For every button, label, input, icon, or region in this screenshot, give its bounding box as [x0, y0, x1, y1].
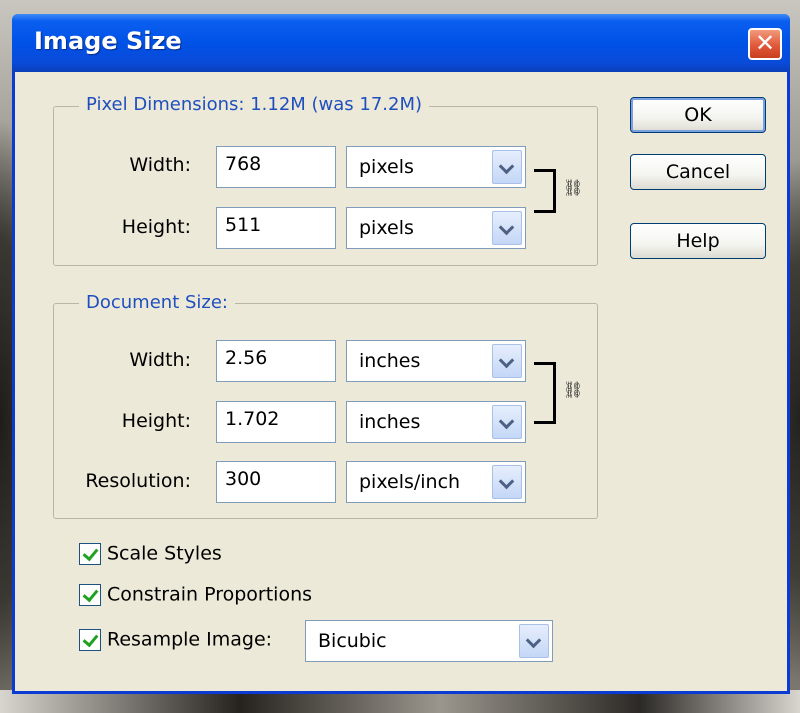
image-size-dialog: Image Size ✕ Pixel Dimensions: 1.12M (wa…	[12, 14, 790, 694]
doc-height-unit-select[interactable]: inches	[346, 401, 526, 443]
close-icon: ✕	[754, 29, 776, 57]
doc-width-field[interactable]: 2.56	[216, 340, 336, 382]
close-button[interactable]: ✕	[748, 28, 782, 60]
doc-width-unit-select[interactable]: inches	[346, 340, 526, 382]
scale-styles-label: Scale Styles	[107, 542, 222, 565]
resample-image-checkbox[interactable]	[79, 628, 101, 651]
resolution-field[interactable]: 300	[216, 461, 336, 503]
pixel-width-unit-select[interactable]: pixels	[346, 146, 526, 188]
constrain-proportions-option[interactable]: Constrain Proportions	[79, 583, 312, 613]
doc-height-label: Height:	[121, 410, 191, 432]
scale-styles-option[interactable]: Scale Styles	[79, 542, 222, 572]
checkmark-icon	[82, 585, 99, 602]
pixel-width-label: Width:	[129, 154, 191, 176]
chain-link-icon: ⛓	[563, 178, 584, 197]
document-size-legend: Document Size:	[79, 292, 235, 313]
ok-button[interactable]: OK	[630, 97, 766, 133]
pixel-height-label: Height:	[121, 216, 191, 238]
constrain-bracket	[534, 169, 556, 213]
constrain-proportions-label: Constrain Proportions	[107, 583, 313, 606]
scale-styles-checkbox[interactable]	[79, 542, 101, 565]
chevron-down-icon[interactable]	[492, 150, 522, 184]
chain-link-icon: ⛓	[563, 380, 584, 399]
resample-method-select[interactable]: Bicubic	[305, 620, 553, 662]
resolution-unit-select[interactable]: pixels/inch	[346, 461, 526, 503]
doc-width-label: Width:	[129, 349, 191, 371]
help-button[interactable]: Help	[630, 223, 766, 259]
resample-image-option[interactable]: Resample Image:	[79, 628, 272, 658]
pixel-width-field[interactable]: 768	[216, 146, 336, 188]
chevron-down-icon[interactable]	[492, 405, 522, 439]
resample-image-label: Resample Image:	[107, 628, 273, 651]
pixel-dimensions-legend: Pixel Dimensions: 1.12M (was 17.2M)	[79, 94, 430, 115]
resolution-label: Resolution:	[85, 470, 191, 492]
checkmark-icon	[82, 544, 99, 561]
pixel-height-field[interactable]: 511	[216, 207, 336, 249]
cancel-button[interactable]: Cancel	[630, 154, 766, 190]
chevron-down-icon[interactable]	[492, 465, 522, 499]
constrain-bracket	[534, 362, 556, 424]
title-bar[interactable]: Image Size ✕	[12, 14, 790, 72]
chevron-down-icon[interactable]	[519, 624, 549, 658]
chevron-down-icon[interactable]	[492, 211, 522, 245]
checkmark-icon	[82, 630, 99, 647]
doc-height-field[interactable]: 1.702	[216, 401, 336, 443]
pixel-height-unit-select[interactable]: pixels	[346, 207, 526, 249]
window-title: Image Size	[34, 27, 182, 55]
constrain-proportions-checkbox[interactable]	[79, 583, 101, 606]
chevron-down-icon[interactable]	[492, 344, 522, 378]
